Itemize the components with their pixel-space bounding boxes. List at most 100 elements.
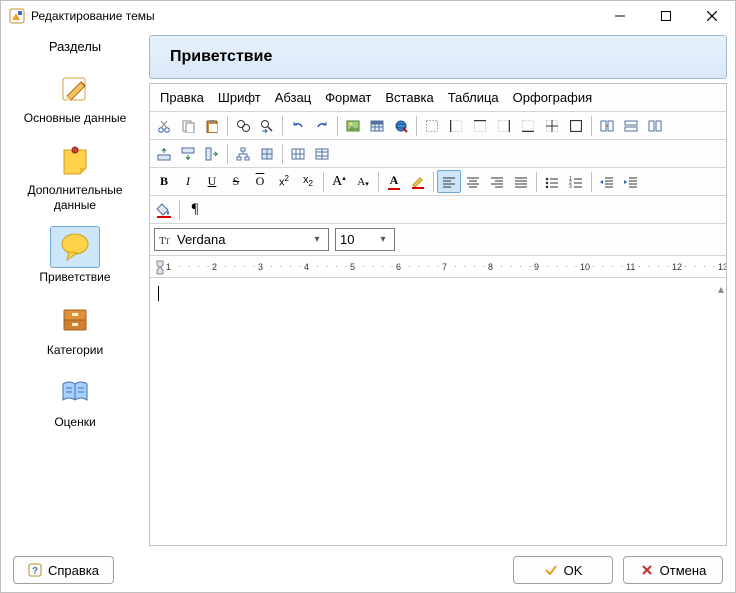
underline-button[interactable]: U	[200, 170, 224, 193]
border-top-button[interactable]	[468, 114, 492, 137]
menu-insert[interactable]: Вставка	[379, 87, 439, 108]
svg-text:3: 3	[569, 184, 572, 188]
sidebar-item-label: Основные данные	[24, 111, 127, 125]
titlebar: Редактирование темы	[1, 1, 735, 31]
font-family-combo[interactable]: TT Verdana ▾	[154, 228, 329, 251]
chevron-down-icon: ▾	[310, 234, 324, 245]
strike-button[interactable]: S	[224, 170, 248, 193]
align-justify-button[interactable]	[509, 170, 533, 193]
cancel-icon	[640, 563, 654, 577]
sidebar-item-categories[interactable]: Категории	[5, 294, 145, 362]
replace-button[interactable]	[255, 114, 279, 137]
cut-button[interactable]	[152, 114, 176, 137]
font-selector-row: TT Verdana ▾ 10 ▾	[150, 224, 726, 256]
align-right-button[interactable]	[485, 170, 509, 193]
toolbar-row-4: ¶	[150, 196, 726, 224]
help-button[interactable]: ? Справка	[13, 556, 114, 584]
align-left-button[interactable]	[437, 170, 461, 193]
find-button[interactable]	[231, 114, 255, 137]
pencil-paper-icon	[59, 72, 91, 104]
border-bottom-button[interactable]	[516, 114, 540, 137]
highlight-button[interactable]	[406, 170, 430, 193]
toolbar-row-2	[150, 140, 726, 168]
redo-button[interactable]	[310, 114, 334, 137]
sidebar-item-additional-data[interactable]: Дополнительные данные	[5, 134, 145, 217]
insert-image-button[interactable]	[341, 114, 365, 137]
merge-cells-button[interactable]	[595, 114, 619, 137]
menu-edit[interactable]: Правка	[154, 87, 210, 108]
table-grid1-button[interactable]	[286, 142, 310, 165]
menu-spelling[interactable]: Орфография	[507, 87, 598, 108]
menubar: Правка Шрифт Абзац Формат Вставка Таблиц…	[150, 84, 726, 112]
insert-object-button[interactable]	[389, 114, 413, 137]
insert-row-below-button[interactable]	[176, 142, 200, 165]
insert-table-button[interactable]	[365, 114, 389, 137]
border-none-button[interactable]	[420, 114, 444, 137]
ruler[interactable]: 1 2 3 4 5 6 7 8 9 10 11 12 13 14	[150, 256, 726, 278]
undo-button[interactable]	[286, 114, 310, 137]
page-title: Приветствие	[149, 35, 727, 79]
speech-bubble-icon	[59, 231, 91, 263]
menu-table[interactable]: Таблица	[442, 87, 505, 108]
ok-button[interactable]: OK	[513, 556, 613, 584]
sidebar-item-grades[interactable]: Оценки	[5, 366, 145, 434]
sidebar: Разделы Основные данные Дополнительные д…	[5, 35, 145, 546]
svg-text:?: ?	[32, 566, 38, 577]
bold-button[interactable]: B	[152, 170, 176, 193]
menu-font[interactable]: Шрифт	[212, 87, 267, 108]
indent-increase-button[interactable]	[619, 170, 643, 193]
number-list-button[interactable]: 123	[564, 170, 588, 193]
table-grid2-button[interactable]	[310, 142, 334, 165]
sidebar-item-greeting[interactable]: Приветствие	[5, 221, 145, 289]
border-right-button[interactable]	[492, 114, 516, 137]
split-cells-h-button[interactable]	[643, 114, 667, 137]
document-textarea[interactable]: ▴	[150, 278, 726, 545]
menu-paragraph[interactable]: Абзац	[269, 87, 317, 108]
paragraph-mark-button[interactable]: ¶	[183, 198, 207, 221]
cancel-button[interactable]: Отмена	[623, 556, 723, 584]
overline-button[interactable]: O	[248, 170, 272, 193]
maximize-button[interactable]	[643, 1, 689, 31]
paste-button[interactable]	[200, 114, 224, 137]
indent-decrease-button[interactable]	[595, 170, 619, 193]
italic-button[interactable]: I	[176, 170, 200, 193]
minimize-button[interactable]	[597, 1, 643, 31]
scroll-up-icon[interactable]: ▴	[718, 282, 724, 296]
font-shrink-button[interactable]: A▾	[351, 170, 375, 193]
window-title: Редактирование темы	[31, 9, 597, 23]
font-size-combo[interactable]: 10 ▾	[335, 228, 395, 251]
font-size-value: 10	[340, 232, 372, 247]
border-left-button[interactable]	[444, 114, 468, 137]
sidebar-item-label: Категории	[47, 343, 103, 357]
subscript-button[interactable]: x2	[296, 170, 320, 193]
sidebar-item-label: Оценки	[54, 415, 95, 429]
font-icon: TT	[159, 233, 173, 247]
sidebar-item-main-data[interactable]: Основные данные	[5, 62, 145, 130]
footer: ? Справка OK Отмена	[1, 548, 735, 592]
app-icon	[9, 8, 25, 24]
editor-panel: Правка Шрифт Абзац Формат Вставка Таблиц…	[149, 83, 727, 546]
close-button[interactable]	[689, 1, 735, 31]
tree-button[interactable]	[231, 142, 255, 165]
superscript-button[interactable]: x2	[272, 170, 296, 193]
sidebar-header: Разделы	[49, 39, 101, 54]
insert-col-button[interactable]	[200, 142, 224, 165]
toolbar-row-3: B I U S O x2 x2 A▴ A▾ A	[150, 168, 726, 196]
chevron-down-icon: ▾	[376, 234, 390, 245]
font-family-value: Verdana	[177, 232, 306, 247]
border-inner-button[interactable]	[540, 114, 564, 137]
copy-button[interactable]	[176, 114, 200, 137]
insert-row-above-button[interactable]	[152, 142, 176, 165]
border-outer-button[interactable]	[564, 114, 588, 137]
font-grow-button[interactable]: A▴	[327, 170, 351, 193]
bullet-list-button[interactable]	[540, 170, 564, 193]
align-center-button[interactable]	[461, 170, 485, 193]
split-cells-v-button[interactable]	[619, 114, 643, 137]
sidebar-item-label: Дополнительные данные	[6, 183, 144, 212]
fill-color-button[interactable]	[152, 198, 176, 221]
check-icon	[544, 563, 558, 577]
cell-props-button[interactable]	[255, 142, 279, 165]
svg-text:T: T	[165, 237, 170, 246]
menu-format[interactable]: Формат	[319, 87, 377, 108]
font-color-button[interactable]: A	[382, 170, 406, 193]
